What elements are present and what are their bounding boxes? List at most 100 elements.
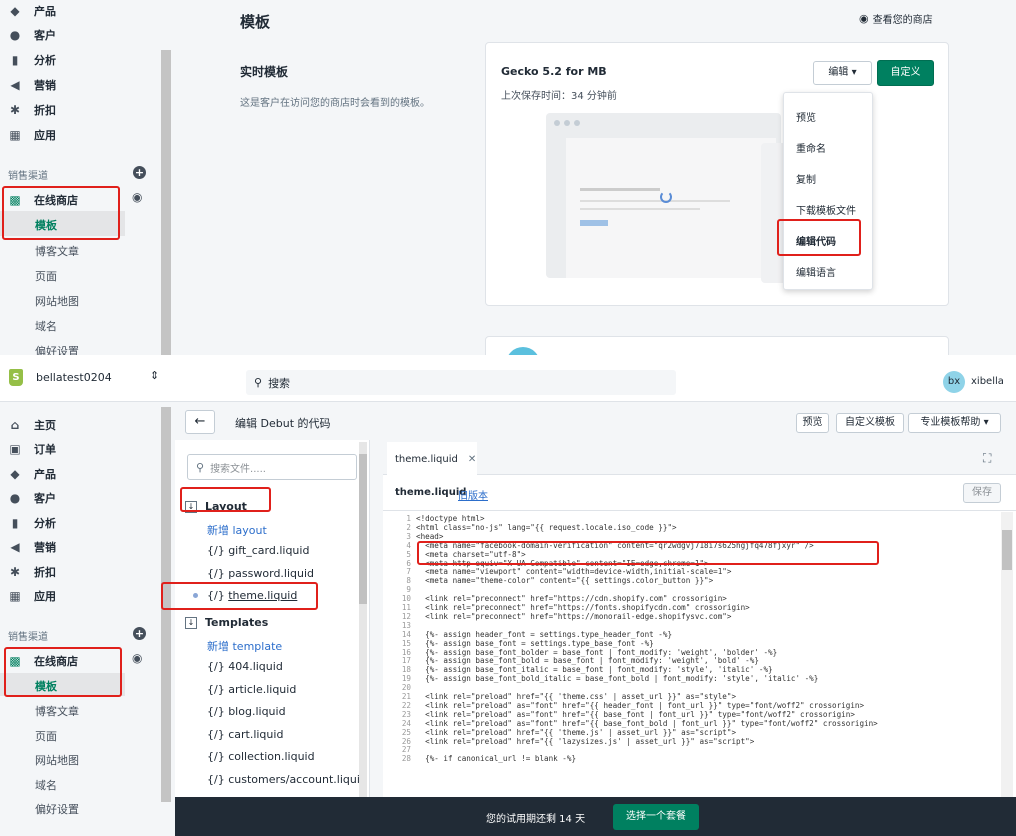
orders-icon: ▣ <box>9 442 21 456</box>
fullscreen-icon[interactable]: ⛶ <box>983 451 991 466</box>
file-item[interactable]: {/} collection.liquid <box>207 750 315 763</box>
sidebar-subitem-domains[interactable]: 域名 <box>35 777 57 793</box>
expert-help-button[interactable]: 专业模板帮助 ▾ <box>908 413 1001 433</box>
file-item[interactable]: {/} article.liquid <box>207 683 296 696</box>
code-text: {%- assign base_font = settings.type_bas… <box>416 638 654 648</box>
code-line[interactable]: 8 <meta name="theme-color" content="{{ s… <box>389 576 713 586</box>
eye-icon[interactable]: ◉ <box>132 190 142 204</box>
file-item[interactable]: {/} 404.liquid <box>207 660 283 673</box>
store-switcher-icon[interactable]: ⇕ <box>150 369 159 382</box>
eye-icon[interactable]: ◉ <box>132 651 142 665</box>
scrollbar[interactable] <box>161 50 171 355</box>
main-content: 模板 ◉ 查看您的商店 实时模板 这是客户在访问您的商店时会看到的模板。 Geck… <box>175 0 1016 355</box>
sidebar-item-apps[interactable]: ▦ 应用 <box>8 588 56 604</box>
sales-channels-label: 销售渠道 <box>8 171 48 182</box>
store-name[interactable]: bellatest0204 <box>36 371 112 384</box>
code-line[interactable]: 28 {%- if canonical_url != blank -%} <box>389 754 577 764</box>
theme-name: Gecko 5.2 for MB <box>501 65 607 78</box>
file-item[interactable]: {/} gift_card.liquid <box>207 544 309 557</box>
window-dot <box>574 120 580 126</box>
avatar[interactable]: bx <box>943 371 965 393</box>
customize-theme-button[interactable]: 自定义模板 <box>836 413 904 433</box>
sidebar-item-customers[interactable]: ● 客户 <box>8 490 56 506</box>
scroll-thumb[interactable] <box>359 454 367 604</box>
scroll-thumb[interactable] <box>1002 530 1012 570</box>
sidebar-subitem-navigation[interactable]: 网站地图 <box>35 752 79 768</box>
back-arrow-icon[interactable]: ← <box>185 410 215 434</box>
add-channel-icon[interactable]: + <box>133 166 146 179</box>
menu-item-edit-languages[interactable]: 编辑语言 <box>796 264 836 279</box>
tag-icon: ◆ <box>10 467 20 481</box>
gear-discount-icon: ✱ <box>9 103 21 117</box>
user-name[interactable]: xibella <box>971 376 1004 387</box>
apps-icon: ▦ <box>9 589 21 603</box>
code-text: {%- assign base_font_italic = base_font … <box>416 665 773 675</box>
composite-screenshot: ◆ 产品 ● 客户 ▮ 分析 ◀ 营销 ✱ 折扣 ▦ 应用 销售渠道 + ▩ 在线商店 ◉ 模… <box>0 0 1016 836</box>
templates-folder[interactable]: ↓ Templates <box>185 616 268 629</box>
add-channel-icon[interactable]: + <box>133 627 146 640</box>
file-item[interactable]: {/} password.liquid <box>207 567 314 580</box>
code-text: <html class="no-js" lang="{{ request.loc… <box>416 522 677 532</box>
menu-item-preview[interactable]: 预览 <box>796 109 816 124</box>
menu-item-download[interactable]: 下载模板文件 <box>796 202 856 217</box>
trial-text: 您的试用期还剩 14 天 <box>486 814 586 825</box>
editor-title: 编辑 Debut 的代码 <box>235 417 331 430</box>
file-item[interactable]: {/} cart.liquid <box>207 728 283 741</box>
sidebar-subitem-blog[interactable]: 博客文章 <box>35 243 79 259</box>
code-text: <link rel="preload" as="font" href="{{ b… <box>416 718 878 728</box>
sidebar-subitem-pages[interactable]: 页面 <box>35 268 57 284</box>
sidebar-item-customers[interactable]: ● 客户 <box>8 27 56 43</box>
code-line[interactable]: 19 {%- assign base_font_bold_italic = ba… <box>389 674 818 684</box>
code-text: <link rel="preload" href="{{ 'lazysizes.… <box>416 736 755 746</box>
menu-item-duplicate[interactable]: 复制 <box>796 171 816 186</box>
sidebar-item-apps[interactable]: ▦ 应用 <box>8 127 56 143</box>
menu-item-rename[interactable]: 重命名 <box>796 140 826 155</box>
sidebar-subitem-navigation[interactable]: 网站地图 <box>35 293 79 309</box>
sidebar-subitem-blog[interactable]: 博客文章 <box>35 703 79 719</box>
sidebar-item-home[interactable]: ⌂ 主页 <box>8 417 56 433</box>
code-text: {%- if canonical_url != blank -%} <box>416 754 577 764</box>
preview-button[interactable]: 预览 <box>796 413 829 433</box>
code-text: <link rel="preload" href="{{ 'theme.css'… <box>416 692 737 701</box>
sidebar-subitem-preferences[interactable]: 偏好设置 <box>35 343 79 355</box>
close-icon[interactable]: ✕ <box>468 454 476 465</box>
edit-dropdown-button[interactable]: 编辑 ▾ <box>813 61 872 85</box>
sidebar-item-products[interactable]: ◆ 产品 <box>8 3 56 19</box>
sidebar-item-analytics[interactable]: ▮ 分析 <box>8 515 56 531</box>
code-text: {%- assign base_font_bold = base_font | … <box>416 656 759 666</box>
tab-theme-liquid[interactable]: theme.liquid ✕ <box>387 442 477 476</box>
home-icon: ⌂ <box>10 418 20 432</box>
code-line[interactable]: 12 <link rel="preconnect" href="https://… <box>389 612 732 622</box>
preview-line <box>580 188 660 191</box>
old-versions-link[interactable]: 旧版本 <box>458 487 488 502</box>
save-button[interactable]: 保存 <box>963 483 1001 503</box>
file-item[interactable]: {/} blog.liquid <box>207 705 286 718</box>
bar-chart-icon: ▮ <box>11 516 19 530</box>
file-item[interactable]: {/} customers/account.liquid <box>207 773 367 786</box>
highlight-box <box>777 219 861 256</box>
view-store-link[interactable]: ◉ 查看您的商店 <box>859 11 933 26</box>
sidebar-item-discounts[interactable]: ✱ 折扣 <box>8 102 56 118</box>
add-layout-link[interactable]: 新增 layout <box>207 522 267 538</box>
sidebar-item-orders[interactable]: ▣ 订单 <box>8 441 56 457</box>
megaphone-icon: ◀ <box>10 540 20 554</box>
preview-page <box>566 138 776 278</box>
line-number: 28 <box>401 754 411 764</box>
sidebar-item-marketing[interactable]: ◀ 营销 <box>8 539 56 555</box>
sidebar-subitem-preferences[interactable]: 偏好设置 <box>35 801 79 817</box>
choose-plan-button[interactable]: 选择一个套餐 <box>613 804 699 830</box>
search-input[interactable]: ⚲ 搜索 <box>246 370 676 395</box>
sidebar-subitem-domains[interactable]: 域名 <box>35 318 57 334</box>
sidebar-subitem-pages[interactable]: 页面 <box>35 728 57 744</box>
sidebar-item-marketing[interactable]: ◀ 营销 <box>8 77 56 93</box>
add-template-link[interactable]: 新增 template <box>207 638 282 654</box>
file-search-input[interactable]: ⚲ 搜索文件..... <box>187 454 357 480</box>
sidebar-item-analytics[interactable]: ▮ 分析 <box>8 52 56 68</box>
sidebar-item-discounts[interactable]: ✱ 折扣 <box>8 564 56 580</box>
trial-banner: 您的试用期还剩 14 天 选择一个套餐 <box>175 797 1016 836</box>
sidebar-item-products[interactable]: ◆ 产品 <box>8 466 56 482</box>
customize-button[interactable]: 自定义 <box>877 60 934 86</box>
code-text: <link rel="preconnect" href="https://cdn… <box>416 594 727 604</box>
code-line[interactable]: 26 <link rel="preload" href="{{ 'lazysiz… <box>389 736 755 747</box>
code-text: <link rel="preconnect" href="https://fon… <box>416 603 750 612</box>
